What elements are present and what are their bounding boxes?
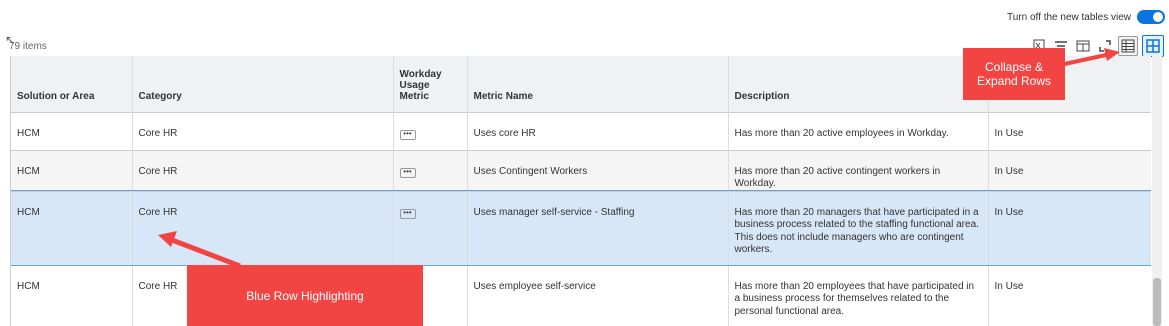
- vertical-scrollbar[interactable]: [1152, 56, 1162, 326]
- cell-solution-area: HCM: [11, 265, 133, 326]
- cell-description: Has more than 20 managers that have part…: [728, 191, 989, 265]
- header-metric-name[interactable]: Metric Name: [467, 56, 729, 112]
- cell-description: Has more than 20 active employees in Wor…: [728, 112, 989, 150]
- cell-metric-name: Uses core HR: [467, 112, 729, 150]
- expand-rows-icon[interactable]: [1142, 35, 1164, 57]
- cell-description: Has more than 20 active contingent worke…: [728, 150, 989, 191]
- cell-category: Core HR: [132, 150, 394, 191]
- table-row-highlighted[interactable]: HCM Core HR ••• Uses manager self-servic…: [11, 190, 1151, 266]
- cell-usage-metric: •••: [393, 112, 468, 150]
- cell-description: Has more than 20 employees that have par…: [728, 265, 989, 326]
- cell-solution-area: HCM: [11, 150, 133, 191]
- more-options-icon[interactable]: •••: [399, 129, 416, 140]
- toggle-label: Turn off the new tables view: [1007, 11, 1131, 23]
- cell-metric-value: In Use: [988, 112, 1151, 150]
- cell-solution-area: HCM: [11, 112, 133, 150]
- cell-metric-name: Uses employee self-service: [467, 265, 729, 326]
- cell-solution-area: HCM: [11, 191, 133, 265]
- mouse-cursor-icon: ↖: [5, 33, 16, 47]
- new-tables-toggle-group: Turn off the new tables view: [1007, 10, 1165, 24]
- collapse-rows-icon[interactable]: [1118, 36, 1138, 56]
- scrollbar-thumb[interactable]: [1153, 278, 1161, 326]
- cell-metric-value: In Use: [988, 191, 1151, 265]
- cell-usage-metric: •••: [393, 191, 468, 265]
- header-solution-area[interactable]: Solution or Area: [11, 56, 133, 112]
- cell-category: Core HR: [132, 112, 394, 150]
- cell-category: Core HR: [132, 191, 394, 265]
- header-description[interactable]: Description: [728, 56, 989, 112]
- more-options-icon[interactable]: •••: [399, 208, 416, 219]
- fullscreen-icon[interactable]: [1096, 37, 1114, 55]
- table-row[interactable]: HCM Core HR ••• Uses core HR Has more th…: [11, 112, 1151, 150]
- cell-metric-name: Uses Contingent Workers: [467, 150, 729, 191]
- table-row[interactable]: HCM Core HR ••• Uses Contingent Workers …: [11, 150, 1151, 191]
- callout-collapse-expand: Collapse & Expand Rows: [963, 48, 1065, 100]
- cell-usage-metric: •••: [393, 150, 468, 191]
- header-category[interactable]: Category: [132, 56, 394, 112]
- table-row[interactable]: HCM Core HR Uses employee self-service H…: [11, 265, 1151, 326]
- cell-metric-value: In Use: [988, 150, 1151, 191]
- more-options-icon[interactable]: •••: [399, 167, 416, 178]
- header-workday-usage-metric[interactable]: Workday Usage Metric: [393, 56, 468, 112]
- callout-blue-row: Blue Row Highlighting: [187, 265, 423, 326]
- new-tables-toggle[interactable]: [1137, 10, 1165, 24]
- cell-metric-name: Uses manager self-service - Staffing: [467, 191, 729, 265]
- toggle-knob: [1153, 12, 1163, 22]
- columns-icon[interactable]: [1074, 37, 1092, 55]
- cell-metric-value: In Use: [988, 265, 1151, 326]
